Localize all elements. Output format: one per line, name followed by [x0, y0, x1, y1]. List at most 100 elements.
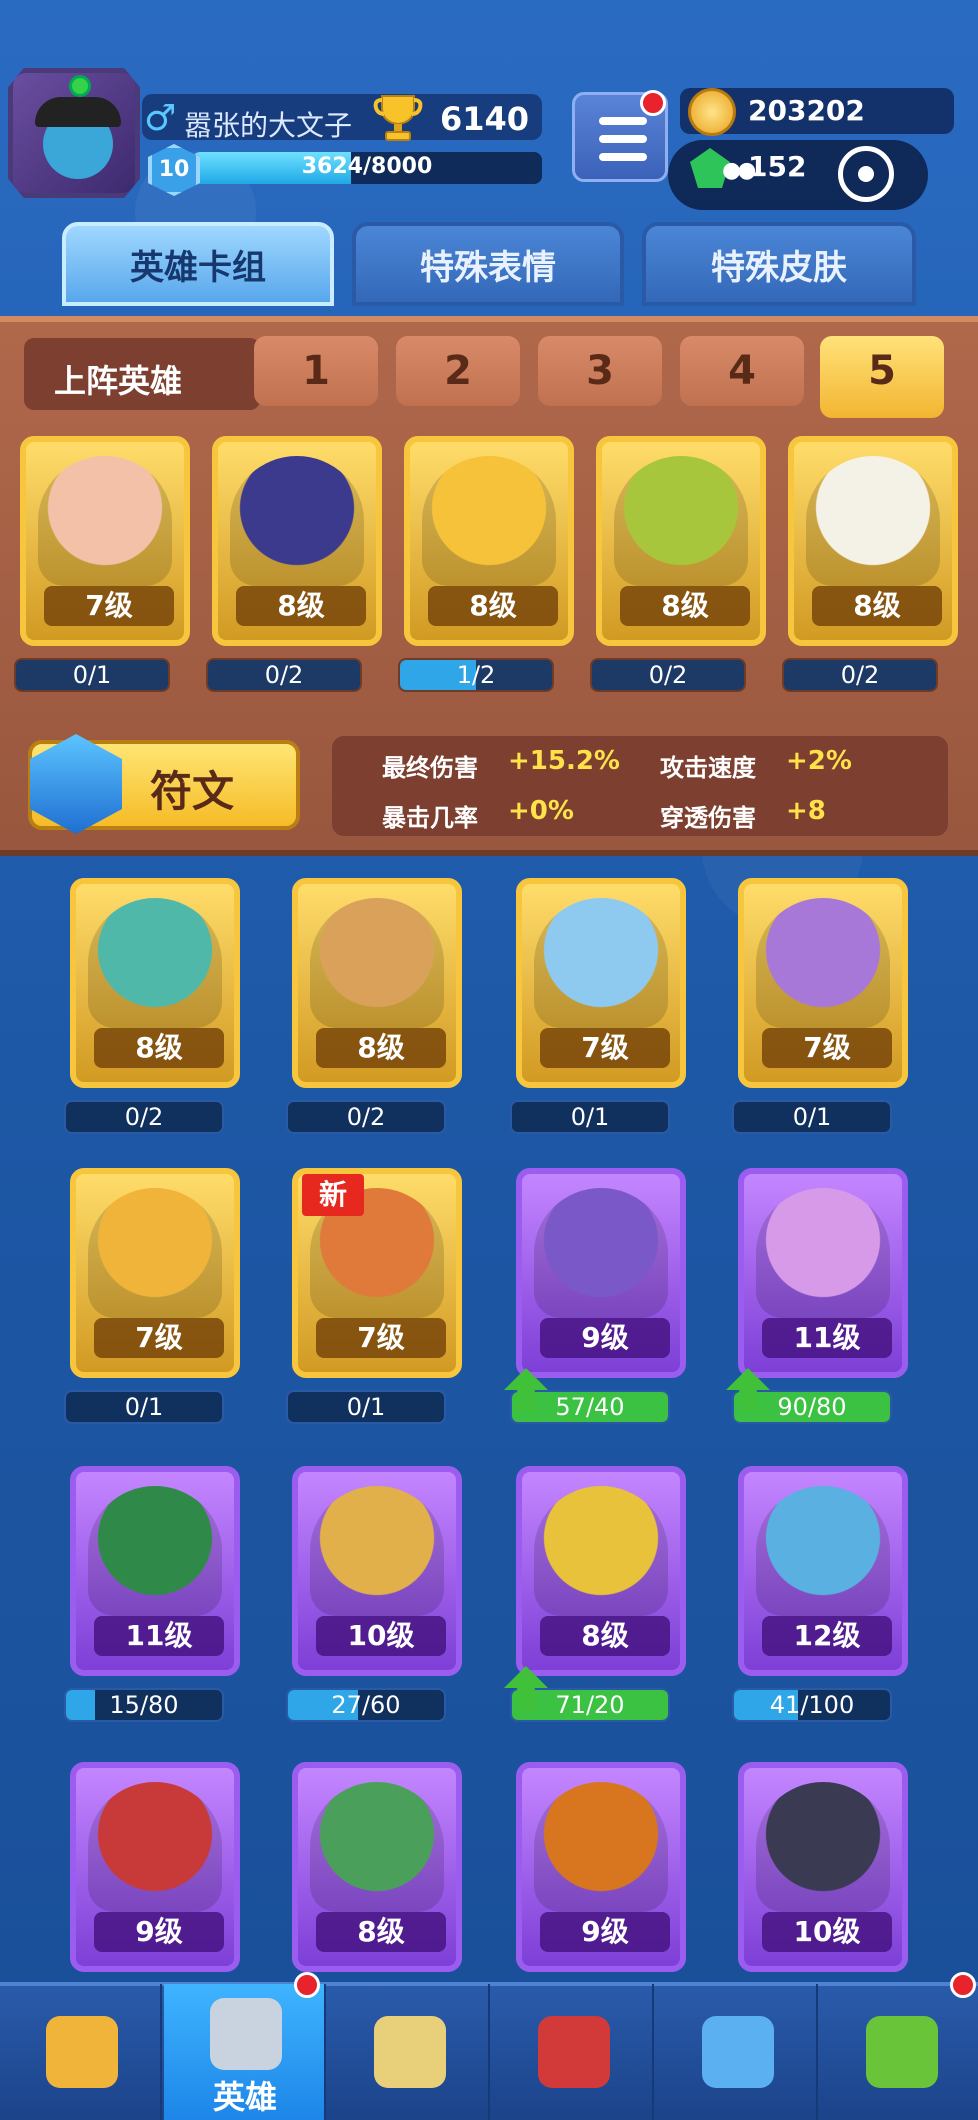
card-count-text: 0/2 — [840, 661, 880, 689]
nav-item-guild-banner[interactable] — [656, 1984, 818, 2120]
tab-special-emotes[interactable]: 特殊表情 — [352, 222, 624, 306]
card-count-text: 0/2 — [124, 1103, 164, 1131]
hero-portrait — [756, 1188, 890, 1318]
deck-hero-card[interactable]: 8级 — [596, 436, 766, 646]
hero-level: 7级 — [540, 1028, 670, 1068]
hero-portrait — [806, 456, 940, 586]
card-count-text: 0/2 — [346, 1103, 386, 1131]
tab-special-skins[interactable]: 特殊皮肤 — [642, 222, 916, 306]
hero-portrait — [310, 1486, 444, 1616]
hero-level: 8级 — [540, 1616, 670, 1656]
hero-level: 8级 — [316, 1028, 446, 1068]
hero-card-count: 41/100 — [732, 1688, 892, 1722]
hero-card[interactable]: 8级 — [292, 878, 462, 1088]
avatar-gem-icon — [69, 75, 91, 97]
hero-portrait — [534, 1486, 668, 1616]
hero-level: 7级 — [44, 586, 174, 626]
hero-card-count: 0/1 — [286, 1390, 446, 1424]
deck-hero-card[interactable]: 8级 — [212, 436, 382, 646]
hero-card[interactable]: 9级 — [70, 1762, 240, 1972]
nav-item-crossed-swords[interactable] — [328, 1984, 490, 2120]
hero-card[interactable]: 7级 — [70, 1168, 240, 1378]
hero-portrait — [756, 1486, 890, 1616]
hero-level: 8级 — [236, 586, 366, 626]
hero-card[interactable]: 8级 — [292, 1762, 462, 1972]
hero-card-count: 0/1 — [64, 1390, 224, 1424]
stat-pierce-damage-value: +8 — [786, 796, 826, 826]
hero-card[interactable]: 9级 — [516, 1168, 686, 1378]
hero-card[interactable]: 9级 — [516, 1762, 686, 1972]
hero-portrait — [614, 456, 748, 586]
card-count-text: 0/2 — [264, 661, 304, 689]
card-count-text: 15/80 — [109, 1691, 179, 1719]
menu-notification-dot — [640, 90, 666, 116]
hero-level: 7级 — [94, 1318, 224, 1358]
deck-slot-1[interactable]: 1 — [254, 336, 378, 406]
hero-card[interactable]: 7级 — [738, 878, 908, 1088]
close-target-icon[interactable] — [838, 146, 894, 202]
tab-hero-deck[interactable]: 英雄卡组 — [62, 222, 334, 306]
hero-portrait — [88, 1188, 222, 1318]
nav-item-crown-shield[interactable] — [492, 1984, 654, 2120]
stat-crit-chance-label: 暴击几率 — [382, 804, 478, 832]
deck-slot-5[interactable]: 5 — [820, 336, 944, 418]
hero-card[interactable]: 8级 — [70, 878, 240, 1088]
deck-hero-card[interactable]: 8级 — [788, 436, 958, 646]
nav-item-treasure-chest[interactable] — [0, 1984, 162, 2120]
hero-portrait — [88, 1782, 222, 1912]
hero-portrait — [534, 898, 668, 1028]
hero-card-count: 0/2 — [286, 1100, 446, 1134]
hero-card-count: 1/2 — [398, 658, 554, 692]
card-count-text: 0/1 — [124, 1393, 164, 1421]
trophy-icon — [373, 95, 423, 141]
xp-text: 3624/8000 — [301, 154, 433, 179]
hero-card-count: 27/60 — [286, 1688, 446, 1722]
deck-hero-card[interactable]: 7级 — [20, 436, 190, 646]
hero-level: 12级 — [762, 1616, 892, 1656]
card-count-text: 0/2 — [648, 661, 688, 689]
sprout-icon — [866, 2016, 938, 2088]
card-count-text: 0/1 — [72, 661, 112, 689]
hero-level: 9级 — [540, 1318, 670, 1358]
hero-card-count: 0/2 — [64, 1100, 224, 1134]
guild-banner-icon — [702, 2016, 774, 2088]
hero-card[interactable]: 10级 — [292, 1466, 462, 1676]
player-avatar[interactable] — [8, 68, 140, 198]
hero-level: 11级 — [762, 1318, 892, 1358]
hero-card-count: 0/2 — [782, 658, 938, 692]
hero-level: 10级 — [762, 1912, 892, 1952]
deck-slot-2[interactable]: 2 — [396, 336, 520, 406]
hero-card[interactable]: 11级 — [70, 1466, 240, 1676]
stat-pierce-damage-label: 穿透伤害 — [660, 804, 756, 832]
deck-slot-3[interactable]: 3 — [538, 336, 662, 406]
coin-icon — [688, 88, 736, 136]
stat-final-damage-value: +15.2% — [508, 746, 620, 776]
card-count-text: 71/20 — [555, 1691, 625, 1719]
stat-crit-chance-value: +0% — [508, 796, 574, 826]
card-count-text: 0/1 — [346, 1393, 386, 1421]
hero-card-count: 0/1 — [510, 1100, 670, 1134]
nav-item-knight-helmet[interactable]: 英雄 — [164, 1972, 326, 2120]
nav-notification-dot — [950, 1972, 976, 1998]
male-gender-icon: ♂ — [144, 98, 177, 139]
hero-card[interactable]: 10级 — [738, 1762, 908, 1972]
hero-portrait — [756, 898, 890, 1028]
deck-slot-4[interactable]: 4 — [680, 336, 804, 406]
hero-card-count: 0/2 — [590, 658, 746, 692]
card-count-text: 0/1 — [792, 1103, 832, 1131]
card-count-text: 27/60 — [331, 1691, 401, 1719]
card-count-text: 90/80 — [777, 1393, 847, 1421]
nav-item-sprout[interactable] — [820, 1972, 978, 2120]
hero-level: 9级 — [94, 1912, 224, 1952]
hero-card[interactable]: 8级 — [516, 1466, 686, 1676]
stat-attack-speed-value: +2% — [786, 746, 852, 776]
hero-card[interactable]: 7级 — [516, 878, 686, 1088]
deck-hero-card[interactable]: 8级 — [404, 436, 574, 646]
hero-card[interactable]: 11级 — [738, 1168, 908, 1378]
hero-level: 8级 — [620, 586, 750, 626]
hero-card[interactable]: 12级 — [738, 1466, 908, 1676]
hero-level: 8级 — [812, 586, 942, 626]
crossed-swords-icon — [374, 2016, 446, 2088]
hero-card-count: 0/1 — [14, 658, 170, 692]
player-name: 嚣张的大文子 — [184, 109, 353, 142]
